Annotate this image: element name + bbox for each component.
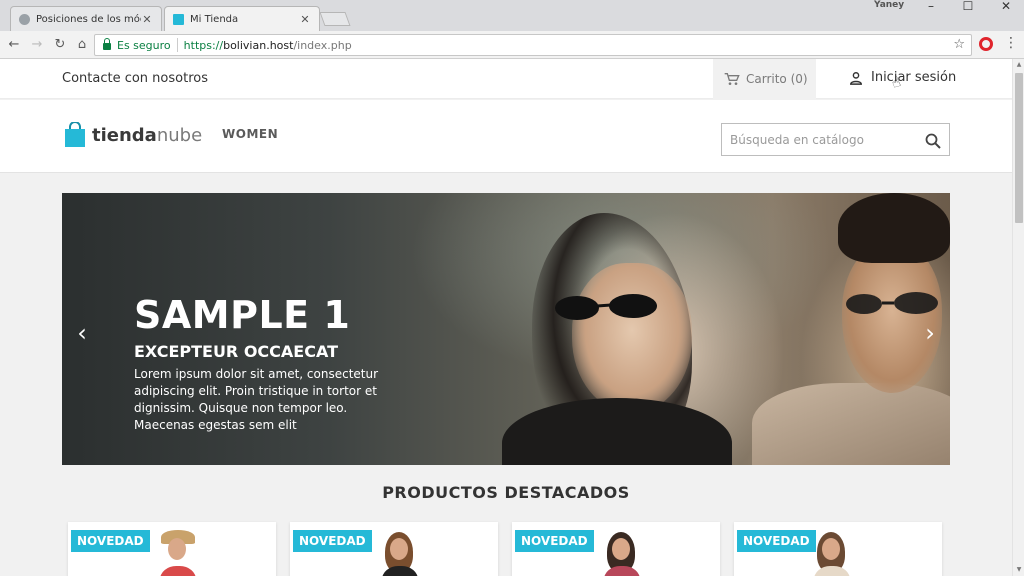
product-card[interactable]: NOVEDAD bbox=[734, 522, 942, 576]
carousel-next-arrow-icon[interactable]: › bbox=[920, 321, 940, 345]
cart-button[interactable]: Carrito (0) bbox=[713, 59, 816, 99]
signin-link[interactable]: Iniciar sesión bbox=[849, 70, 956, 85]
shopping-bag-icon bbox=[65, 122, 85, 147]
url-path: /index.php bbox=[293, 38, 352, 52]
model-outfit bbox=[382, 566, 418, 576]
model-head bbox=[390, 538, 408, 560]
new-badge: NOVEDAD bbox=[737, 530, 816, 552]
carousel-prev-arrow-icon[interactable]: ‹ bbox=[72, 321, 92, 345]
hero-image-woman-jacket bbox=[502, 398, 732, 465]
new-badge: NOVEDAD bbox=[515, 530, 594, 552]
product-image bbox=[158, 530, 198, 576]
store-page: Contacte con nosotros Carrito (0) Inicia… bbox=[0, 59, 1012, 576]
browser-tab-mi-tienda[interactable]: Mi Tienda ✕ bbox=[164, 6, 320, 31]
product-card[interactable]: NOVEDAD bbox=[68, 522, 276, 576]
maximize-button[interactable]: ☐ bbox=[953, 0, 983, 14]
menu-item-women[interactable]: WOMEN bbox=[222, 127, 278, 141]
product-card[interactable]: NOVEDAD bbox=[512, 522, 720, 576]
sunglasses-icon bbox=[555, 294, 657, 320]
back-arrow-icon[interactable]: ← bbox=[6, 37, 22, 53]
logo-text: tiendanube bbox=[92, 125, 202, 146]
browser-tab-modules[interactable]: Posiciones de los módul ✕ bbox=[10, 6, 162, 31]
logo-text-light: nube bbox=[156, 124, 203, 146]
model-head bbox=[612, 538, 630, 560]
product-image bbox=[602, 532, 642, 576]
product-image bbox=[380, 532, 420, 576]
close-tab-icon[interactable]: ✕ bbox=[141, 13, 153, 26]
contact-link[interactable]: Contacte con nosotros bbox=[62, 71, 208, 86]
new-tab-button[interactable] bbox=[319, 12, 351, 26]
hero-image-man-shirt bbox=[752, 383, 950, 465]
browser-toolbar: ← → ↻ ⌂ Es seguro https:// bolivian.host… bbox=[0, 31, 1024, 59]
catalog-search bbox=[721, 123, 950, 156]
model-outfit bbox=[160, 566, 196, 576]
new-badge: NOVEDAD bbox=[293, 530, 372, 552]
scroll-up-arrow-icon[interactable]: ▲ bbox=[1013, 59, 1024, 71]
close-tab-icon[interactable]: ✕ bbox=[299, 13, 311, 26]
browser-menu-icon[interactable]: ⋮ bbox=[1004, 36, 1018, 50]
secure-label: Es seguro bbox=[117, 38, 171, 52]
tab-title: Mi Tienda bbox=[190, 13, 239, 25]
hero-image-woman-face bbox=[572, 263, 692, 413]
hero-description: Lorem ipsum dolor sit amet, consectetur … bbox=[134, 367, 379, 432]
search-input[interactable] bbox=[730, 132, 915, 147]
opera-extension-icon[interactable] bbox=[979, 37, 993, 51]
bookmark-star-icon[interactable]: ☆ bbox=[953, 37, 965, 52]
url-host: bolivian.host bbox=[223, 38, 294, 52]
site-header: tiendanube WOMEN bbox=[0, 100, 1012, 173]
minimize-button[interactable]: – bbox=[916, 0, 946, 14]
model-head bbox=[168, 538, 186, 560]
top-navigation: Contacte con nosotros Carrito (0) Inicia… bbox=[0, 59, 1012, 99]
signin-label: Iniciar sesión bbox=[871, 70, 957, 85]
tab-title: Posiciones de los módul bbox=[36, 13, 141, 25]
scroll-down-arrow-icon[interactable]: ▼ bbox=[1013, 564, 1024, 576]
model-outfit bbox=[604, 566, 640, 576]
user-icon bbox=[850, 71, 862, 85]
store-logo[interactable]: tiendanube bbox=[64, 122, 202, 148]
home-icon[interactable]: ⌂ bbox=[74, 37, 90, 53]
product-card[interactable]: NOVEDAD bbox=[290, 522, 498, 576]
divider bbox=[176, 38, 178, 52]
featured-products-title: PRODUCTOS DESTACADOS bbox=[382, 483, 630, 502]
browser-tab-strip: Posiciones de los módul ✕ Mi Tienda ✕ Ya… bbox=[0, 0, 1024, 31]
reload-icon[interactable]: ↻ bbox=[52, 37, 68, 53]
page-scrollbar[interactable]: ▲ ▼ bbox=[1012, 59, 1024, 576]
logo-text-bold: tienda bbox=[92, 124, 157, 146]
search-icon[interactable] bbox=[925, 133, 941, 149]
window-close-button[interactable]: ✕ bbox=[991, 0, 1021, 14]
hero-image-man-face bbox=[842, 243, 942, 393]
hero-title: SAMPLE 1 bbox=[134, 293, 351, 337]
lock-icon bbox=[103, 38, 111, 50]
model-outfit bbox=[814, 566, 850, 576]
product-image bbox=[812, 532, 852, 576]
model-head bbox=[822, 538, 840, 560]
cart-icon bbox=[724, 73, 740, 85]
forward-arrow-icon[interactable]: → bbox=[29, 37, 45, 53]
hero-subtitle: EXCEPTEUR OCCAECAT bbox=[134, 342, 339, 361]
new-badge: NOVEDAD bbox=[71, 530, 150, 552]
prestashop-favicon-icon bbox=[19, 13, 30, 25]
hero-image-man-hair bbox=[838, 193, 950, 263]
hero-carousel[interactable]: SAMPLE 1 EXCEPTEUR OCCAECAT Lorem ipsum … bbox=[62, 193, 950, 465]
sunglasses-icon bbox=[846, 292, 938, 314]
scrollbar-thumb[interactable] bbox=[1015, 73, 1023, 223]
store-favicon-icon bbox=[173, 13, 184, 25]
window-user-label: Yaney bbox=[874, 0, 905, 10]
cart-label: Carrito (0) bbox=[746, 72, 808, 86]
address-bar[interactable]: Es seguro https:// bolivian.host /index.… bbox=[94, 34, 972, 56]
url-protocol: https:// bbox=[183, 38, 224, 52]
